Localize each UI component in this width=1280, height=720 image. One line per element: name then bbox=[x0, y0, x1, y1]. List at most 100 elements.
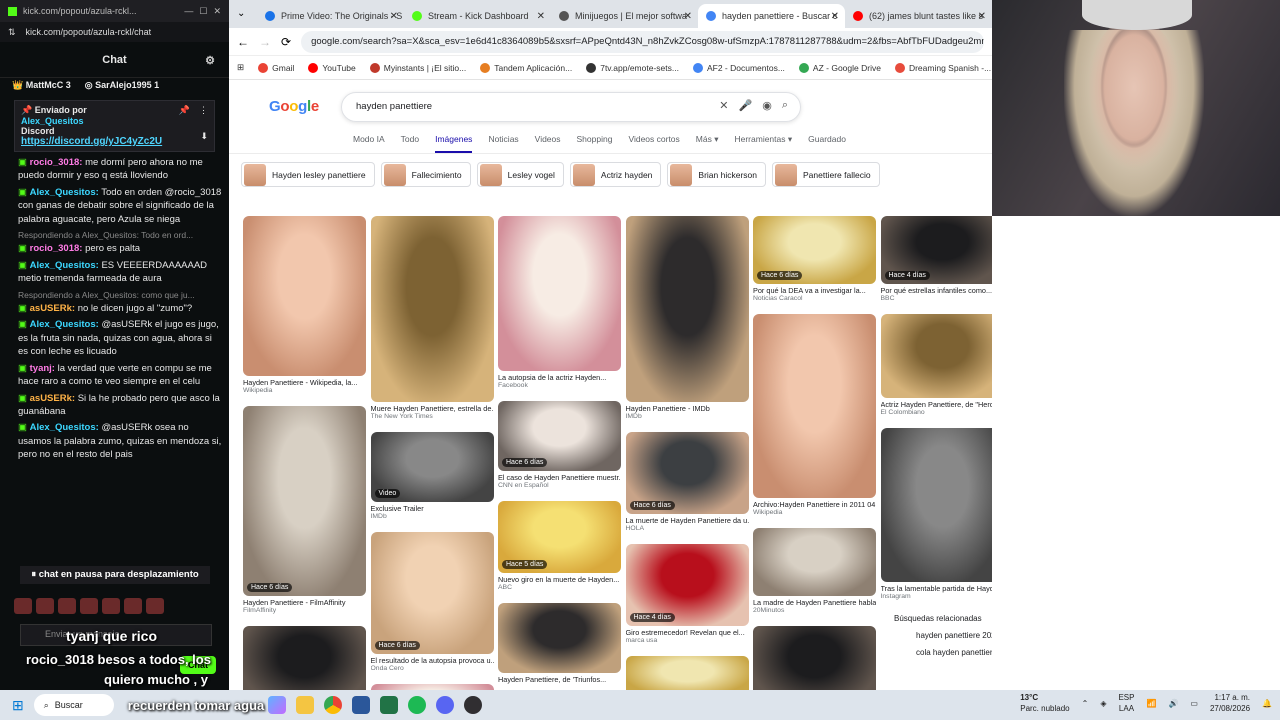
result-source[interactable]: IMDb bbox=[371, 513, 494, 520]
emote-icon[interactable] bbox=[146, 598, 164, 614]
result-title[interactable]: Actriz Hayden Panettiere, de "Heroes... bbox=[881, 400, 993, 409]
refinement-chip[interactable]: Actriz hayden bbox=[569, 162, 662, 187]
battery-icon[interactable]: ▭ bbox=[1190, 698, 1198, 709]
result-source[interactable]: 20Minutos bbox=[753, 607, 876, 614]
chat-username[interactable]: Alex_Quesitos: bbox=[30, 422, 99, 433]
result-title[interactable]: Por qué la DEA va a investigar la... bbox=[753, 286, 876, 295]
result-source[interactable]: Onda Cero bbox=[371, 665, 494, 672]
image-result[interactable]: Muere Hayden Panettiere, estrella de... T… bbox=[370, 216, 494, 420]
reply-context[interactable]: Respondiendo a Alex_Quesitos: como que j… bbox=[18, 289, 223, 302]
result-thumbnail[interactable]: Hace 4 días bbox=[880, 216, 992, 284]
result-title[interactable]: Giro estremecedor! Revelan que el... bbox=[626, 628, 749, 637]
leader-item[interactable]: ◎ SarAlejo1995 1 bbox=[85, 80, 159, 94]
browser-tab[interactable]: Minijuegos | El mejor softwa ✕ bbox=[551, 4, 698, 28]
chevron-up-icon[interactable]: ⌃ bbox=[1082, 698, 1089, 709]
back-icon[interactable]: ← bbox=[237, 35, 249, 49]
apps-grid-icon[interactable]: ⊞ bbox=[237, 62, 244, 73]
chat-username[interactable]: rocio_3018: bbox=[30, 157, 83, 168]
tab-close-icon[interactable]: ✕ bbox=[831, 11, 839, 22]
result-source[interactable]: ABC bbox=[498, 584, 621, 591]
refinement-chip[interactable]: Fallecimiento bbox=[380, 162, 471, 187]
result-source[interactable]: Wikipedia bbox=[753, 509, 876, 516]
collapse-icon[interactable]: ⬇ bbox=[200, 131, 208, 142]
browser-tab[interactable]: Prime Video: The Originals - S ✕ bbox=[257, 4, 404, 28]
pin-icon[interactable]: 📌 bbox=[179, 105, 190, 116]
search-tab[interactable]: Modo IA bbox=[353, 134, 385, 153]
chat-username[interactable]: Alex_Quesitos: bbox=[30, 319, 99, 330]
search-tab[interactable]: Videos cortos bbox=[628, 134, 679, 153]
google-logo[interactable]: Google bbox=[269, 98, 319, 115]
image-result[interactable]: Actriz Hayden Panettiere, de "Heroes...E… bbox=[880, 314, 993, 416]
result-source[interactable]: HOLA bbox=[626, 525, 749, 532]
tab-close-icon[interactable]: ✕ bbox=[684, 11, 692, 22]
image-result[interactable]: Archivo:Hayden Panettiere in 2011 04... W… bbox=[753, 314, 876, 516]
result-source[interactable]: Instagram bbox=[881, 593, 993, 600]
close-icon[interactable]: ✕ bbox=[213, 6, 221, 17]
image-result[interactable]: Hace 4 días Por qué estrellas infantiles … bbox=[880, 216, 993, 302]
result-thumbnail[interactable] bbox=[498, 603, 621, 673]
bookmark-item[interactable]: 7tv.app/emote-sets... bbox=[586, 62, 679, 73]
emote-icon[interactable] bbox=[102, 598, 120, 614]
obs-icon[interactable] bbox=[464, 696, 483, 714]
word-icon[interactable] bbox=[352, 696, 371, 714]
result-source[interactable]: Facebook bbox=[498, 382, 621, 389]
image-result[interactable] bbox=[625, 656, 749, 690]
tab-close-icon[interactable]: ✕ bbox=[537, 11, 545, 22]
chrome-icon[interactable] bbox=[324, 696, 343, 714]
result-thumbnail[interactable] bbox=[753, 528, 876, 596]
result-source[interactable]: marca usa bbox=[626, 637, 749, 644]
result-thumbnail[interactable]: Hace 6 días bbox=[753, 216, 876, 284]
result-source[interactable]: El Colombiano bbox=[881, 409, 993, 416]
bookmark-item[interactable]: Tandem Aplicación... bbox=[480, 62, 572, 73]
image-result[interactable]: Hace 6 días El resultado de la autopsia p… bbox=[370, 532, 494, 672]
result-source[interactable]: Noticias Caracol bbox=[753, 295, 876, 302]
search-tab[interactable]: Noticias bbox=[488, 134, 518, 153]
result-thumbnail[interactable] bbox=[753, 626, 876, 690]
notification-icon[interactable]: 🔔 bbox=[1262, 698, 1272, 709]
bookmark-item[interactable]: AF2 - Documentos... bbox=[692, 62, 785, 73]
file-explorer-icon[interactable] bbox=[296, 696, 315, 714]
image-result[interactable] bbox=[243, 626, 366, 690]
result-thumbnail[interactable]: Hace 6 días bbox=[625, 432, 749, 514]
result-source[interactable]: The New York Times bbox=[371, 413, 494, 420]
search-icon[interactable]: ⌕ bbox=[782, 99, 788, 112]
result-thumbnail[interactable]: Video bbox=[370, 432, 494, 502]
result-source[interactable]: IMDb bbox=[626, 413, 749, 420]
chat-username[interactable]: asUSERk: bbox=[30, 393, 75, 404]
browser-tab[interactable]: (62) james blunt tastes like s ✕ bbox=[845, 4, 992, 28]
image-result[interactable]: Hace 6 días El caso de Hayden Panettiere … bbox=[498, 401, 621, 489]
result-title[interactable]: La madre de Hayden Panettiere habla... bbox=[753, 598, 876, 607]
pinned-link[interactable]: https://discord.gg/yJC4yZc2U bbox=[21, 136, 208, 147]
tab-close-icon[interactable]: ✕ bbox=[390, 11, 398, 22]
result-source[interactable]: BBC bbox=[881, 295, 993, 302]
result-thumbnail[interactable]: Hace 6 días bbox=[243, 406, 366, 596]
refinement-chip[interactable]: Lesley vogel bbox=[476, 162, 564, 187]
search-tab[interactable]: Videos bbox=[535, 134, 561, 153]
result-thumbnail[interactable] bbox=[753, 314, 876, 498]
refinement-chip[interactable]: Brian hickerson bbox=[667, 162, 766, 187]
chat-username[interactable]: Alex_Quesitos: bbox=[30, 260, 99, 271]
chat-username[interactable]: asUSERk: bbox=[30, 303, 75, 314]
tab-search-icon[interactable]: ⌄ bbox=[237, 8, 245, 19]
result-title[interactable]: Archivo:Hayden Panettiere in 2011 04... bbox=[753, 500, 876, 509]
result-title[interactable]: La autopsia de la actriz Hayden... bbox=[498, 373, 621, 382]
mic-icon[interactable]: 🎤 bbox=[739, 99, 753, 112]
more-icon[interactable]: ⋮ bbox=[199, 105, 208, 116]
leader-item[interactable]: 👑 MattMcC 3 bbox=[12, 80, 71, 94]
result-title[interactable]: La muerte de Hayden Panettiere da u... bbox=[626, 516, 749, 525]
result-title[interactable]: El resultado de la autopsia provoca u... bbox=[371, 656, 494, 665]
image-result[interactable]: Hace 6 días La muerte de Hayden Panettier… bbox=[625, 432, 749, 532]
image-result[interactable]: Video Exclusive Trailer IMDb bbox=[370, 432, 494, 520]
result-title[interactable]: Hayden Panettiere, de 'Triunfos... bbox=[498, 675, 621, 684]
bookmark-item[interactable]: Myinstants | ¡El sitio... bbox=[369, 62, 466, 73]
emote-icon[interactable] bbox=[36, 598, 54, 614]
result-thumbnail[interactable] bbox=[625, 656, 749, 690]
image-result[interactable]: Hayden Panettiere, de 'Triunfos... bbox=[498, 603, 621, 684]
browser-tab[interactable]: Stream - Kick Dashboard ✕ bbox=[404, 4, 551, 28]
taskbar-search[interactable]: ⌕ Buscar bbox=[33, 694, 114, 716]
image-result[interactable]: Hace 6 días Hayden Panettiere - FilmAffin… bbox=[243, 406, 366, 614]
result-title[interactable]: Nuevo giro en la muerte de Hayden... bbox=[498, 575, 621, 584]
result-title[interactable]: Muere Hayden Panettiere, estrella de... bbox=[371, 404, 494, 413]
address-bar[interactable]: google.com/search?sa=X&sca_esv=1e6d41c83… bbox=[301, 30, 984, 53]
site-info-icon[interactable]: ⇅ bbox=[8, 27, 16, 38]
